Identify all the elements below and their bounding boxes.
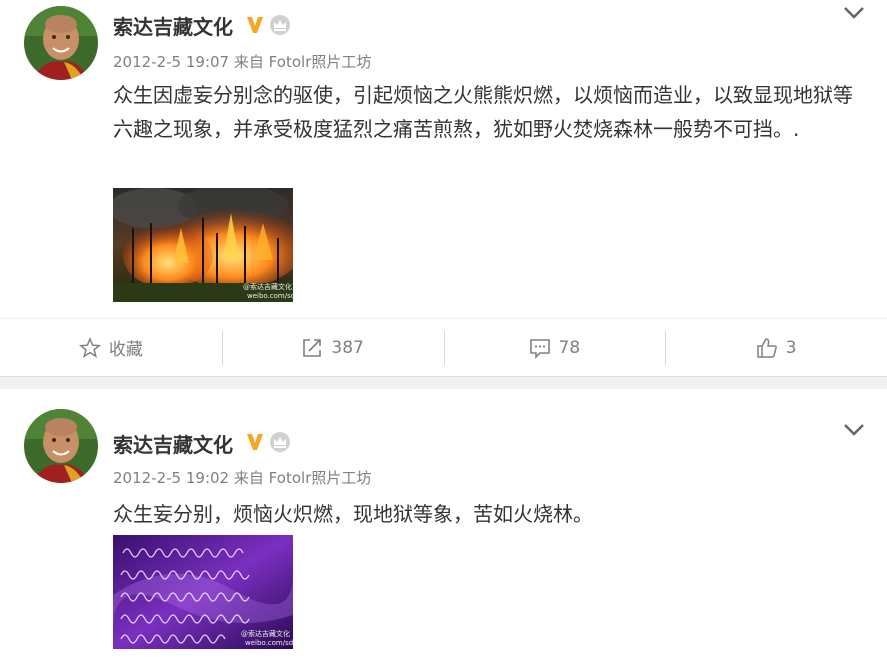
thumbs-up-icon <box>756 337 777 358</box>
image-watermark-url: weibo.com/sdjzwh <box>247 292 293 300</box>
repost-button[interactable]: 387 <box>221 330 444 365</box>
comment-count: 78 <box>558 337 581 358</box>
like-count: 3 <box>785 337 797 358</box>
verified-icon[interactable] <box>245 432 265 452</box>
comment-icon <box>529 338 550 359</box>
image-watermark: @索达吉藏文化 <box>243 283 292 291</box>
post-source[interactable]: Fotolr照片工坊 <box>269 53 372 71</box>
post-text: 众生因虚妄分别念的驱使，引起烦恼之火熊熊炽燃，以烦恼而造业，以致显现地狱等六趣之… <box>113 83 853 141</box>
like-button[interactable]: 3 <box>665 330 887 365</box>
post-text: 众生妄分别，烦恼火炽燃，现地狱等象，苦如火烧林。 <box>113 502 593 526</box>
image-watermark: @索达吉藏文化 <box>241 630 290 638</box>
member-crown-icon[interactable] <box>269 14 291 36</box>
post-meta: 2012-2-5 19:02 来自 Fotolr照片工坊 <box>113 467 371 488</box>
repost-icon <box>303 338 322 357</box>
chevron-down-icon[interactable] <box>843 6 865 20</box>
post-source[interactable]: Fotolr照片工坊 <box>269 469 372 487</box>
author-avatar[interactable] <box>24 6 98 80</box>
comment-button[interactable]: 78 <box>443 330 666 365</box>
image-watermark-url: weibo.com/sdjzwh <box>245 639 293 647</box>
star-icon <box>78 336 101 358</box>
verified-icon[interactable] <box>245 15 265 35</box>
repost-count: 387 <box>331 337 364 358</box>
post-time[interactable]: 2012-2-5 19:02 <box>113 469 229 487</box>
author-name[interactable]: 索达吉藏文化 <box>113 11 233 40</box>
weibo-post: 索达吉藏文化 2012-2-5 19:02 来自 Fotolr照片工坊 众生妄分… <box>0 389 887 666</box>
member-crown-icon[interactable] <box>269 431 291 453</box>
chevron-down-icon[interactable] <box>843 423 865 437</box>
feed-divider <box>0 376 887 389</box>
source-prefix: 来自 <box>233 469 264 487</box>
author-avatar[interactable] <box>24 409 98 483</box>
favorite-button[interactable]: 收藏 <box>0 331 222 365</box>
author-name[interactable]: 索达吉藏文化 <box>113 429 233 458</box>
post-actions: 收藏 387 78 3 <box>0 318 887 376</box>
tibetan-script-image[interactable]: @索达吉藏文化 weibo.com/sdjzwh <box>113 535 293 649</box>
favorite-label: 收藏 <box>108 340 143 360</box>
post-meta: 2012-2-5 19:07 来自 Fotolr照片工坊 <box>113 51 371 72</box>
author-badges <box>245 431 291 453</box>
post-time[interactable]: 2012-2-5 19:07 <box>113 53 229 71</box>
source-prefix: 来自 <box>233 53 264 71</box>
weibo-post: 索达吉藏文化 2012-2-5 19:07 来自 Fotolr照片工坊 众生因虚… <box>0 0 887 376</box>
author-badges <box>245 14 291 36</box>
forest-fire-image[interactable]: @索达吉藏文化 weibo.com/sdjzwh <box>113 188 293 302</box>
